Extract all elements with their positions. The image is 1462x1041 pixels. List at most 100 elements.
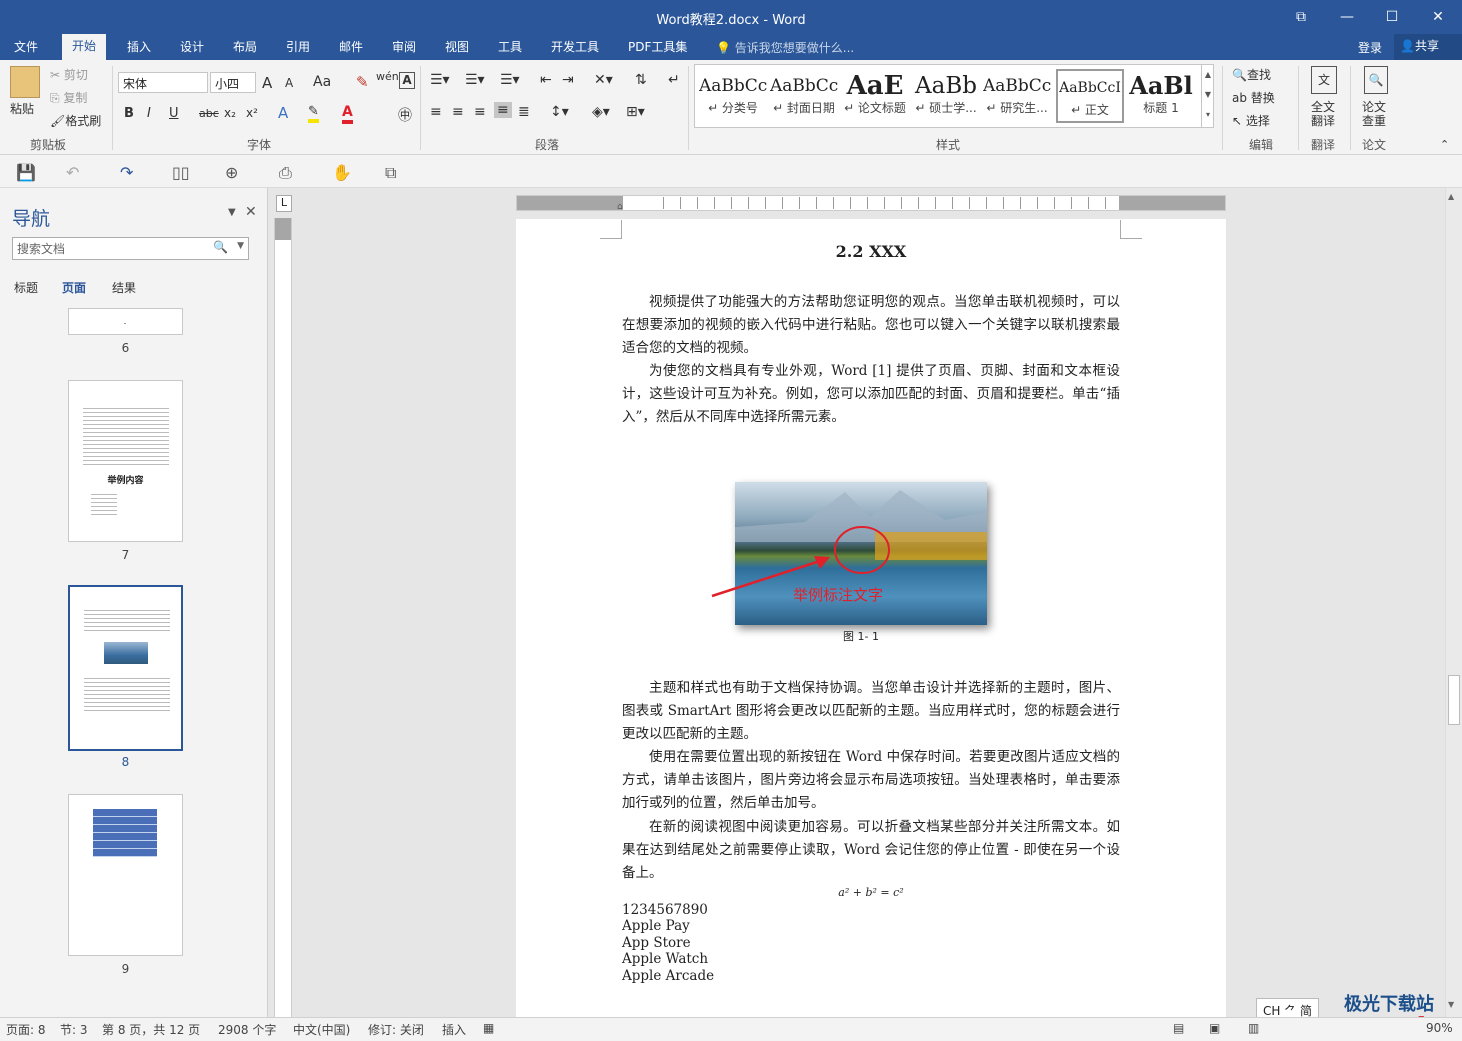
numbering-icon[interactable]: ☰▾ (465, 72, 485, 88)
tab-tools[interactable]: 工具 (498, 38, 522, 60)
bullets-icon[interactable]: ☰▾ (430, 72, 450, 88)
nav-tab-headings[interactable]: 标题 (14, 279, 38, 296)
justify-icon[interactable]: ≡ (494, 102, 512, 118)
style-paper-title[interactable]: AaE ↵ 论文标题 (841, 69, 909, 123)
grow-font-button[interactable]: A (262, 74, 272, 92)
font-color-icon[interactable]: A (342, 104, 353, 124)
print-preview-icon[interactable]: ⎙ (279, 163, 292, 183)
clear-format-icon[interactable]: ✎ (356, 73, 369, 91)
tab-home[interactable]: 开始 (62, 34, 107, 60)
shading-icon[interactable]: ◈▾ (592, 104, 610, 120)
nav-tab-results[interactable]: 结果 (112, 279, 136, 296)
macro-record-icon[interactable]: ▦ (483, 1021, 494, 1035)
nav-options-icon[interactable]: ▼ (228, 207, 236, 218)
minimize-icon[interactable]: — (1335, 6, 1359, 28)
web-layout-view-icon[interactable]: ▥ (1248, 1021, 1259, 1035)
subscript-button[interactable]: x₂ (224, 106, 236, 120)
status-page[interactable]: 页面: 8 (6, 1021, 46, 1038)
web-layout-icon[interactable]: ⊕ (225, 163, 238, 182)
borders-icon[interactable]: ⊞▾ (626, 104, 645, 120)
copy-button[interactable]: ⎘ 复制 (50, 89, 87, 106)
zoom-level[interactable]: 90% (1426, 1021, 1453, 1035)
scroll-down-icon[interactable]: ▼ (1448, 1000, 1454, 1009)
status-language[interactable]: 中文(中国) (293, 1021, 350, 1038)
redo-icon[interactable]: ↷ (120, 163, 133, 182)
tab-references[interactable]: 引用 (286, 38, 310, 60)
replace-button[interactable]: ab 替换 (1232, 89, 1275, 106)
multilevel-list-icon[interactable]: ☰▾ (500, 72, 520, 88)
tab-developer[interactable]: 开发工具 (551, 38, 599, 60)
scroll-up-icon[interactable]: ▲ (1448, 192, 1454, 201)
tab-file[interactable]: 文件 (14, 38, 38, 60)
nav-tab-pages[interactable]: 页面 (62, 279, 86, 296)
page-thumbnail-7[interactable]: 举例内容 (68, 380, 183, 542)
search-input[interactable]: 搜索文档 🔍 ▼ (12, 237, 249, 260)
style-heading-1[interactable]: AaBl 标题 1 (1127, 69, 1195, 123)
close-icon[interactable]: ✕ (1426, 6, 1450, 28)
ribbon-display-options-icon[interactable]: ⧉ (1289, 6, 1313, 28)
tab-selector[interactable]: L (276, 195, 292, 212)
distributed-icon[interactable]: ≣ (518, 104, 530, 120)
paper-check-button[interactable]: 论文 查重 (1362, 100, 1386, 128)
font-name-select[interactable]: 宋体 (118, 72, 208, 93)
indent-marker-icon[interactable]: ⌂ (617, 202, 623, 212)
shrink-font-button[interactable]: A (285, 76, 293, 90)
tell-me-box[interactable]: 💡 告诉我您想要做什么... (716, 39, 854, 56)
phonetic-guide-icon[interactable]: wén (376, 70, 399, 83)
search-dropdown-icon[interactable]: ▼ (237, 241, 244, 251)
status-insert-mode[interactable]: 插入 (442, 1021, 466, 1038)
tab-view[interactable]: 视图 (445, 38, 469, 60)
find-button[interactable]: 🔍查找 (1232, 66, 1271, 83)
style-master[interactable]: AaBb ↵ 硕士学... (912, 69, 980, 123)
paste-button[interactable]: 粘贴 (10, 100, 34, 117)
cut-button[interactable]: ✂ 剪切 (50, 66, 88, 83)
touch-mode-icon[interactable]: ✋ (332, 163, 352, 182)
full-translate-button[interactable]: 全文 翻译 (1311, 100, 1335, 128)
strikethrough-button[interactable]: abc (199, 107, 219, 120)
undo-icon[interactable]: ↶ (66, 163, 79, 182)
align-center-icon[interactable]: ≡ (452, 104, 464, 120)
tab-mailings[interactable]: 邮件 (339, 38, 363, 60)
show-marks-icon[interactable]: ↵ (668, 72, 680, 88)
change-case-button[interactable]: Aa (313, 74, 331, 90)
char-border-icon[interactable]: A (399, 72, 415, 89)
page-thumbnail-8[interactable] (68, 585, 183, 751)
status-section[interactable]: 节: 3 (60, 1021, 88, 1038)
status-word-count[interactable]: 2908 个字 (218, 1021, 276, 1038)
align-right-icon[interactable]: ≡ (474, 104, 486, 120)
line-spacing-icon[interactable]: ↕▾ (550, 104, 569, 120)
style-graduate[interactable]: AaBbCc ↵ 研究生... (983, 69, 1051, 123)
align-left-icon[interactable]: ≡ (430, 104, 442, 120)
status-track-changes[interactable]: 修订: 关闭 (368, 1021, 424, 1038)
tab-layout[interactable]: 布局 (233, 38, 257, 60)
save-icon[interactable]: 💾 (16, 163, 36, 182)
print-layout-view-icon[interactable]: ▣ (1209, 1021, 1220, 1035)
font-size-select[interactable]: 小四 (210, 72, 256, 93)
superscript-button[interactable]: x² (246, 106, 258, 120)
collapse-ribbon-icon[interactable]: ⌃ (1440, 138, 1449, 151)
decrease-indent-icon[interactable]: ⇤ (540, 72, 552, 88)
italic-button[interactable]: I (147, 106, 151, 121)
translate-icon[interactable]: 文 (1311, 66, 1337, 94)
maximize-icon[interactable]: ☐ (1380, 6, 1404, 28)
increase-indent-icon[interactable]: ⇥ (562, 72, 574, 88)
nav-close-icon[interactable]: ✕ (245, 204, 257, 220)
page-thumbnail-6[interactable] (68, 308, 183, 335)
highlight-icon[interactable]: ✎ (308, 104, 319, 123)
paste-icon[interactable] (10, 66, 40, 98)
tab-review[interactable]: 审阅 (392, 38, 416, 60)
sort-icon[interactable]: ⇅ (635, 72, 647, 88)
style-cover-date[interactable]: AaBbCc ↵ 封面日期 (770, 69, 838, 123)
style-classification[interactable]: AaBbCc ↵ 分类号 (699, 69, 767, 123)
select-button[interactable]: ↖ 选择 (1232, 112, 1270, 129)
tab-insert[interactable]: 插入 (127, 38, 151, 60)
read-mode-icon[interactable]: ▯▯ (172, 163, 190, 182)
styles-scroll-icon[interactable]: ▲ ▼ ▾ (1201, 65, 1214, 127)
text-effects-icon[interactable]: A (278, 104, 288, 122)
bold-button[interactable]: B (124, 106, 134, 121)
tab-pdf-tools[interactable]: PDF工具集 (628, 38, 687, 60)
read-mode-view-icon[interactable]: ▤ (1173, 1021, 1184, 1035)
login-link[interactable]: 登录 (1358, 39, 1382, 56)
page-thumbnail-9[interactable] (68, 794, 183, 956)
paper-check-icon[interactable]: 🔍 (1364, 66, 1388, 94)
